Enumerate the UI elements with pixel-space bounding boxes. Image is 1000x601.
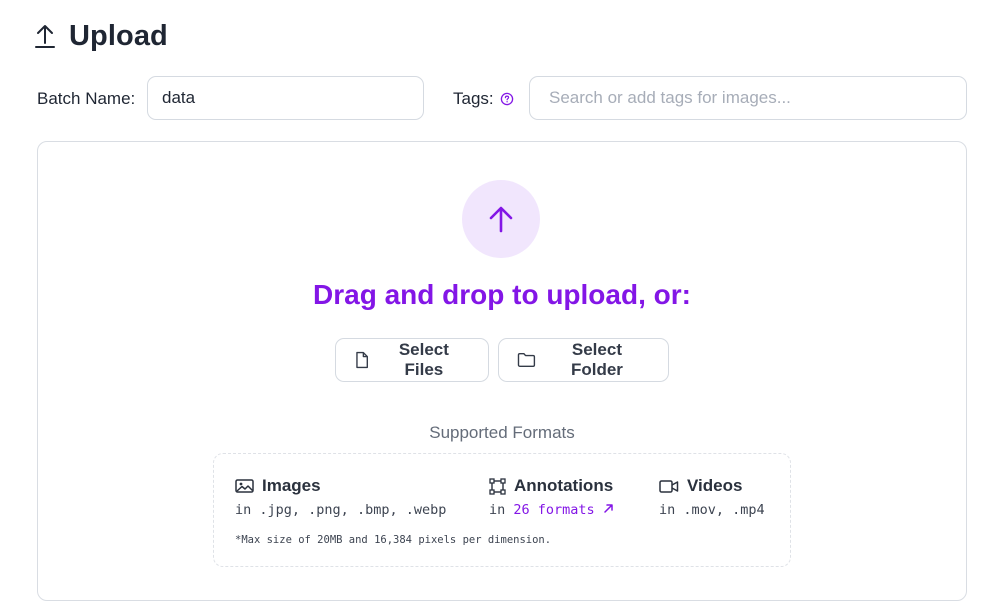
images-types: .jpg, .png, .bmp, .webp	[259, 502, 447, 518]
upload-icon	[35, 25, 55, 48]
images-format-label: Images	[262, 476, 321, 495]
annotation-formats-link[interactable]: 26 formats	[513, 502, 613, 518]
dropzone-title: Drag and drop to upload, or:	[313, 279, 691, 310]
page-header: Upload	[34, 18, 168, 54]
question-circle-icon[interactable]	[500, 92, 514, 106]
videos-types: .mov, .mp4	[683, 502, 765, 518]
image-icon	[235, 479, 254, 493]
videos-format-label: Videos	[687, 476, 743, 495]
videos-prefix: in	[659, 502, 676, 518]
annotation-formats-link-text: 26 formats	[513, 502, 595, 518]
annotations-format-types: in 26 formats	[489, 502, 614, 518]
select-folder-button[interactable]: Select Folder	[498, 338, 669, 382]
video-camera-icon	[659, 479, 679, 493]
bounding-box-icon	[489, 477, 506, 495]
folder-icon	[517, 353, 536, 367]
external-link-arrow-icon	[604, 504, 613, 513]
arrow-up-icon	[489, 206, 513, 233]
page-title: Upload	[69, 19, 168, 52]
tags-search-input[interactable]	[529, 76, 967, 120]
annotations-format-label: Annotations	[514, 476, 614, 495]
images-prefix: in	[235, 502, 252, 518]
batch-name-input[interactable]	[147, 76, 424, 120]
videos-format-types: in .mov, .mp4	[659, 502, 765, 518]
upload-arrow-badge	[462, 180, 540, 258]
file-icon	[356, 351, 368, 369]
upload-dropzone[interactable]: Drag and drop to upload, or: Select File…	[37, 141, 967, 601]
max-size-note: *Max size of 20MB and 16,384 pixels per …	[235, 534, 552, 546]
select-files-label: Select Files	[398, 340, 449, 379]
supported-formats-box: Images in .jpg, .png, .bmp, .webp Annota…	[213, 453, 791, 567]
batch-name-label: Batch Name:	[37, 89, 136, 108]
annotations-prefix: in	[489, 502, 506, 518]
annotations-format-heading: Annotations	[489, 476, 613, 496]
images-format-types: in .jpg, .png, .bmp, .webp	[235, 502, 446, 518]
select-files-button[interactable]: Select Files	[335, 338, 489, 382]
images-format-heading: Images	[235, 476, 321, 496]
videos-format-heading: Videos	[659, 476, 742, 496]
tags-label: Tags:	[453, 89, 494, 108]
supported-formats-title: Supported Formats	[429, 423, 575, 442]
select-folder-label: Select Folder	[570, 340, 623, 379]
tags-label-group: Tags:	[453, 89, 514, 109]
